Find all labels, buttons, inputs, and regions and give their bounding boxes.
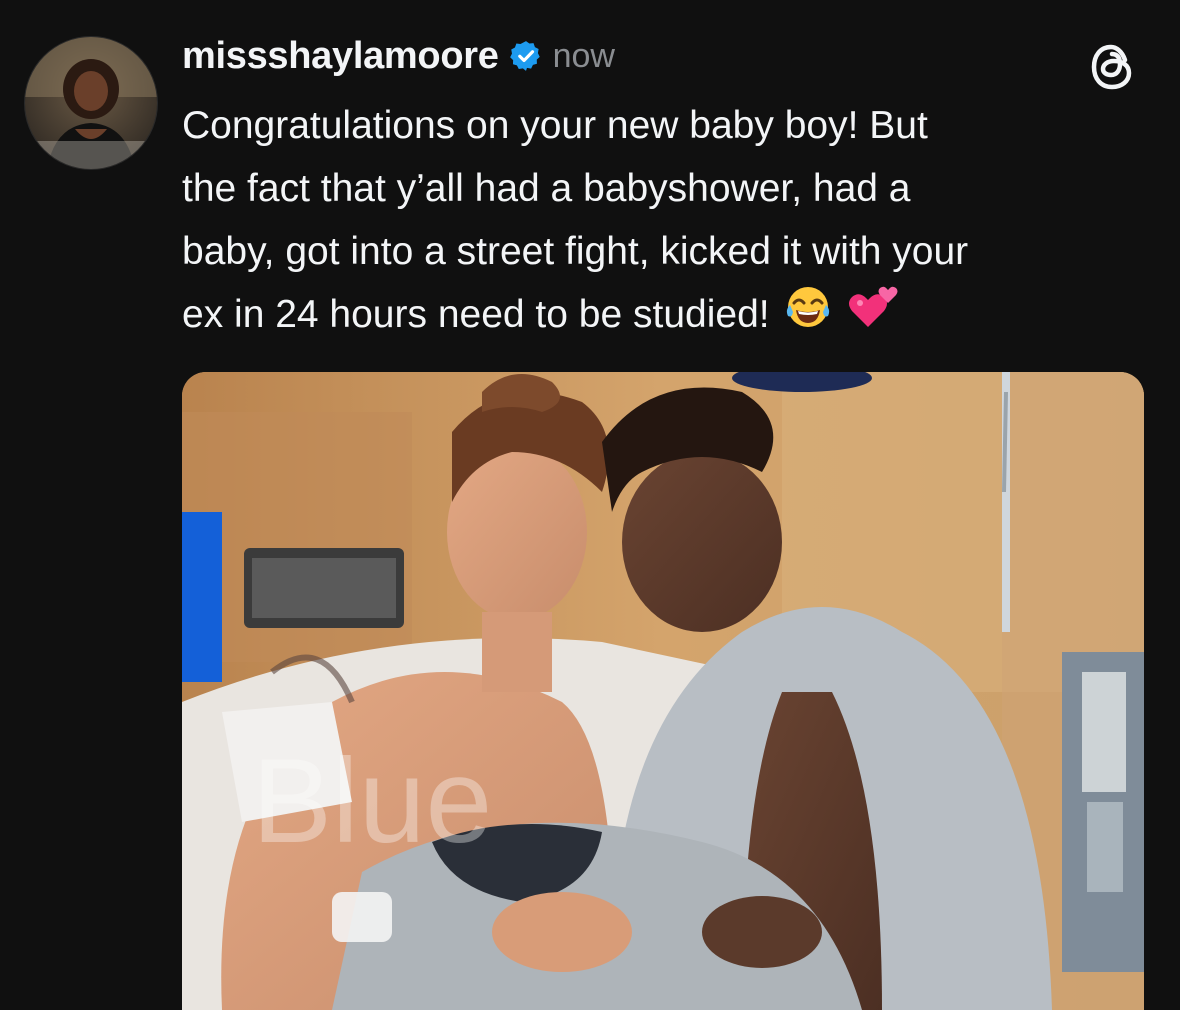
watermark-text: Blue [252, 734, 492, 868]
post-image[interactable]: Blue [182, 372, 1144, 1010]
timestamp: now [552, 36, 615, 75]
verified-badge-icon [509, 39, 543, 73]
username[interactable]: missshaylamoore [182, 35, 499, 78]
avatar[interactable] [24, 36, 158, 170]
face-with-tears-of-joy-emoji-icon [784, 283, 832, 350]
avatar-image [25, 37, 157, 169]
threads-post: missshaylamoore now Congratulations on y… [0, 0, 1180, 1010]
two-hearts-emoji-icon [846, 283, 902, 350]
hospital-photo: Blue [182, 372, 1144, 1010]
post-body: Congratulations on your new baby boy! Bu… [182, 94, 1152, 350]
threads-logo-icon[interactable] [1085, 40, 1139, 94]
post-header: missshaylamoore now [182, 30, 615, 82]
